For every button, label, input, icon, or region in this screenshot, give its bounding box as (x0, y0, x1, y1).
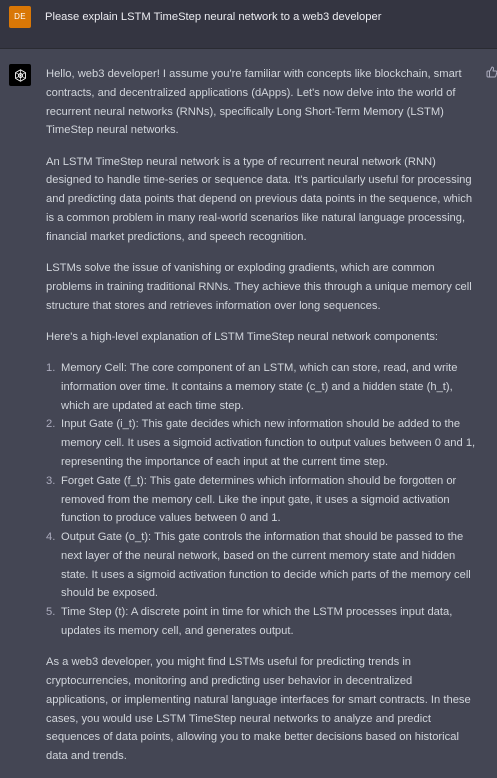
list-number: 4. (46, 531, 56, 544)
closing-paragraph: As a web3 developer, you might find LSTM… (46, 656, 471, 763)
list-item-text: Memory Cell: The core component of an LS… (61, 361, 458, 412)
list-item-text: Output Gate (o_t): This gate controls th… (61, 531, 471, 600)
list-item-text: Forget Gate (f_t): This gate determines … (61, 474, 457, 525)
list-number: 5. (46, 606, 56, 619)
user-avatar[interactable]: DE (9, 6, 31, 28)
response-paragraph: LSTMs solve the issue of vanishing or ex… (46, 261, 472, 312)
list-item: 3. Forget Gate (f_t): This gate determine… (46, 472, 476, 528)
user-message-row: DE Please explain LSTM TimeStep neural n… (0, 0, 497, 49)
user-message-text: Please explain LSTM TimeStep neural netw… (45, 11, 382, 23)
list-number: 1. (46, 361, 56, 374)
list-item: 4. Output Gate (o_t): This gate controls … (46, 528, 476, 603)
assistant-message-row: Hello, web3 developer! I assume you're f… (0, 49, 497, 762)
assistant-response: Hello, web3 developer! I assume you're f… (46, 65, 476, 778)
list-number: 3. (46, 474, 56, 487)
response-paragraph: Here's a high-level explanation of LSTM … (46, 330, 439, 343)
list-item: 5. Time Step (t): A discrete point in tim… (46, 603, 476, 641)
response-paragraph: Hello, web3 developer! I assume you're f… (46, 68, 462, 137)
response-paragraph: An LSTM TimeStep neural network is a typ… (46, 155, 473, 243)
list-item: 1. Memory Cell: The core component of an … (46, 359, 476, 415)
list-item-text: Input Gate (i_t): This gate decides whic… (61, 418, 476, 468)
thumbs-up-icon[interactable] (486, 65, 497, 78)
list-item-text: Time Step (t): A discrete point in time … (61, 606, 453, 638)
components-list: 1. Memory Cell: The core component of an … (46, 359, 476, 641)
openai-logo-icon (9, 64, 31, 86)
list-item: 2. Input Gate (i_t): This gate decides wh… (46, 415, 476, 471)
list-number: 2. (46, 418, 56, 431)
